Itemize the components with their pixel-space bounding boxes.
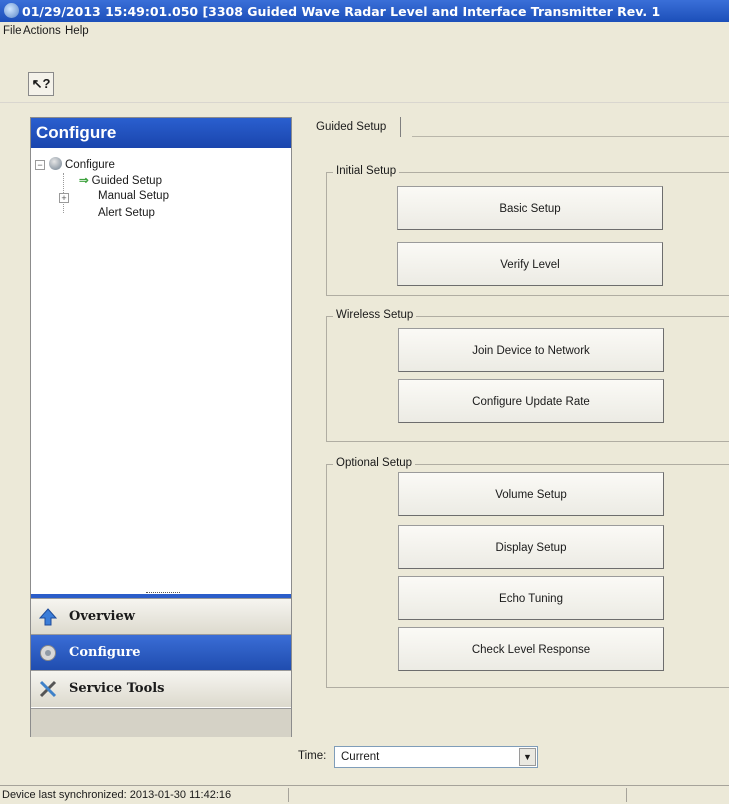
group-optional-setup-label: Optional Setup [333, 457, 416, 469]
group-wireless-setup-label: Wireless Setup [333, 309, 417, 321]
tree-node-configure-label: Configure [65, 159, 115, 171]
pane-header-title: Configure [36, 123, 117, 142]
tree-node-alert-setup[interactable]: Alert Setup [98, 207, 155, 219]
echo-tuning-button[interactable]: Echo Tuning [398, 576, 664, 620]
up-arrow-icon [39, 608, 57, 626]
arrow-right-icon: ⇒ [79, 175, 89, 187]
window-title-bar[interactable]: 01/29/2013 15:49:01.050 [3308 Guided Wav… [0, 0, 729, 22]
nav-configure-label: Configure [69, 645, 141, 660]
toolbar: ↖? [0, 42, 729, 102]
nav-configure[interactable]: Configure [31, 634, 291, 671]
status-divider [626, 788, 627, 802]
context-help-button[interactable]: ↖? [28, 72, 54, 96]
basic-setup-button[interactable]: Basic Setup [397, 186, 663, 230]
chevron-down-icon[interactable]: ▼ [519, 748, 536, 766]
configure-node-icon [49, 157, 62, 170]
tree-expand-icon[interactable]: + [59, 193, 69, 203]
time-select[interactable]: Current ▼ [334, 746, 538, 768]
gear-globe-icon [40, 645, 56, 661]
tools-icon [39, 680, 57, 698]
status-divider [288, 788, 289, 802]
tree-collapse-icon[interactable]: − [35, 160, 45, 170]
nav-service-tools-label: Service Tools [69, 681, 165, 696]
tree-node-configure[interactable]: Configure [49, 157, 115, 171]
verify-level-button[interactable]: Verify Level [397, 242, 663, 286]
client-area: Configure − Configure ⇒ Guided Setup + Ma… [0, 103, 729, 785]
window-title: 01/29/2013 15:49:01.050 [3308 Guided Wav… [22, 4, 661, 19]
tree-node-guided-setup[interactable]: ⇒ Guided Setup [79, 173, 162, 187]
nav-overview[interactable]: Overview [31, 598, 291, 635]
check-level-response-button[interactable]: Check Level Response [398, 627, 664, 671]
time-select-value: Current [341, 751, 380, 763]
tab-line [412, 136, 729, 137]
menu-help[interactable]: Help [65, 25, 89, 37]
menu-actions[interactable]: Actions [23, 25, 61, 37]
configure-pane: Configure − Configure ⇒ Guided Setup + Ma… [30, 117, 292, 741]
nav-service-tools[interactable]: Service Tools [31, 670, 291, 707]
group-initial-setup-label: Initial Setup [333, 165, 400, 177]
menu-bar: File Actions Help [0, 22, 729, 42]
time-row: Time: Current ▼ [0, 737, 729, 785]
tab-strip: Guided Setup [302, 113, 729, 137]
status-bar: Device last synchronized: 2013-01-30 11:… [0, 785, 729, 804]
group-wireless-setup: Wireless Setup Join Device to Network Co… [326, 309, 729, 442]
display-setup-button[interactable]: Display Setup [398, 525, 664, 569]
menu-file[interactable]: File [3, 25, 22, 37]
join-device-button[interactable]: Join Device to Network [398, 328, 664, 372]
pane-header: Configure [31, 118, 291, 148]
tree-node-guided-label: Guided Setup [91, 175, 162, 187]
time-label: Time: [298, 750, 327, 762]
status-text: Device last synchronized: 2013-01-30 11:… [2, 789, 232, 801]
tab-guided-setup[interactable]: Guided Setup [314, 117, 402, 137]
app-icon [4, 3, 19, 18]
group-optional-setup: Optional Setup Volume Setup Display Setu… [326, 457, 729, 688]
volume-setup-button[interactable]: Volume Setup [398, 472, 664, 516]
nav-overview-label: Overview [69, 609, 135, 624]
tree-node-manual-setup[interactable]: Manual Setup [98, 190, 169, 202]
configure-update-rate-button[interactable]: Configure Update Rate [398, 379, 664, 423]
group-initial-setup: Initial Setup Basic Setup Verify Level [326, 165, 729, 296]
